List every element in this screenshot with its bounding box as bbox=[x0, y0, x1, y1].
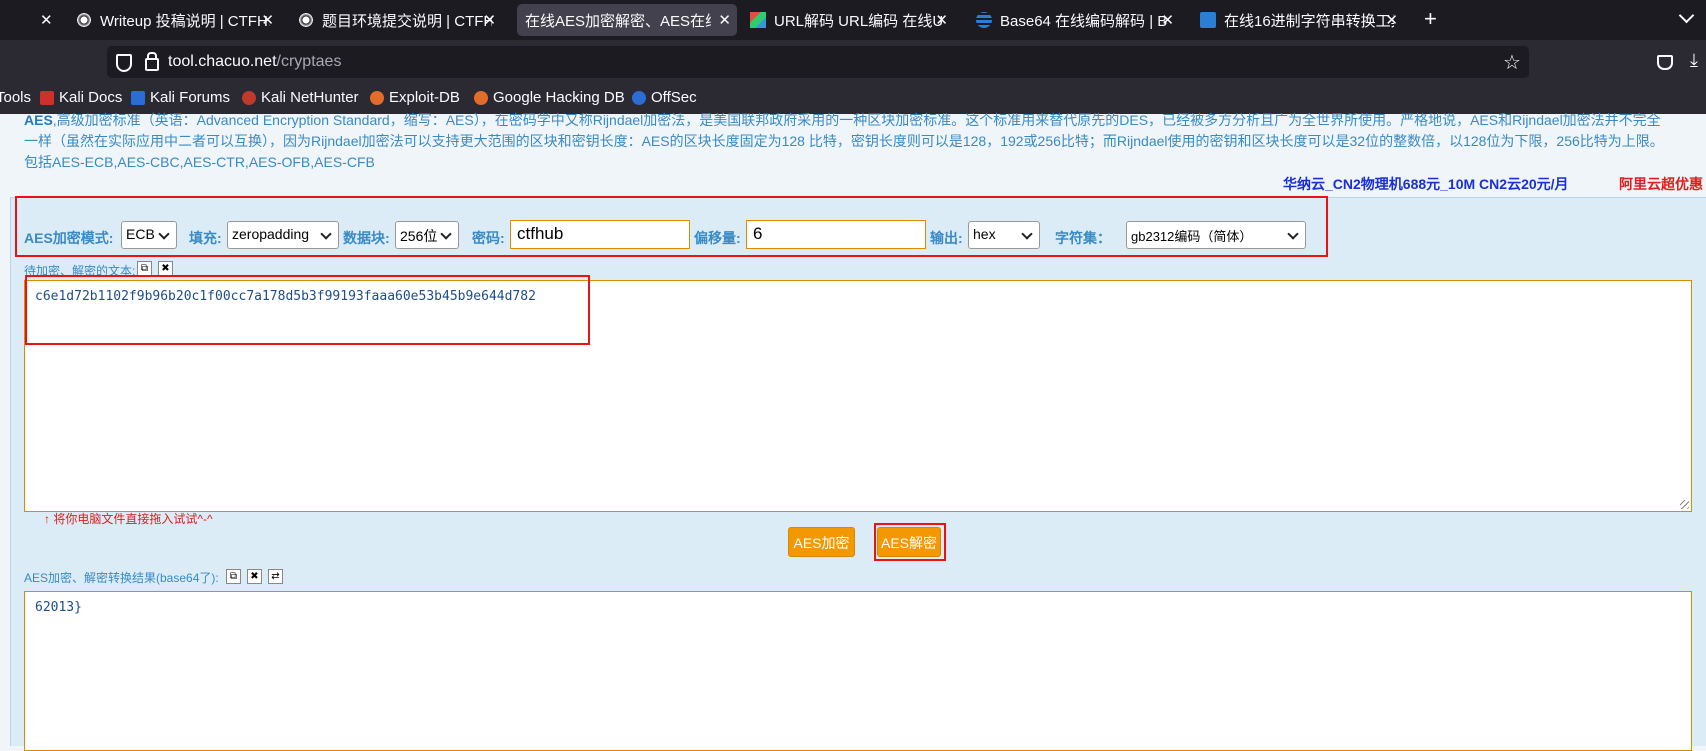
result-textarea[interactable]: 62013} bbox=[24, 591, 1692, 751]
tab-label: 在线AES加密解密、AES在线… bbox=[525, 12, 711, 30]
bookmark-kali-docs[interactable]: Kali Docs bbox=[40, 89, 122, 106]
annotation-box-input bbox=[25, 275, 590, 345]
close-icon[interactable]: ✕ bbox=[1385, 11, 1398, 29]
offsec-icon bbox=[632, 90, 646, 105]
bookmark-label: OffSec bbox=[651, 89, 697, 106]
aes-encrypt-button[interactable]: AES加密 bbox=[788, 527, 855, 557]
bookmark-label: Kali Forums bbox=[150, 89, 231, 106]
base64-icon bbox=[976, 12, 992, 28]
bookmark-tools[interactable]: Tools bbox=[0, 89, 31, 106]
bookmark-star-icon[interactable]: ☆ bbox=[1503, 50, 1521, 75]
annotation-box-decrypt bbox=[874, 523, 946, 561]
result-text: 62013} bbox=[35, 600, 82, 615]
desc-line-1: ,高级加密标准（英语：Advanced Encryption Standard，… bbox=[52, 112, 1661, 128]
annotation-box-settings bbox=[15, 196, 1328, 257]
bookmark-offsec[interactable]: OffSec bbox=[632, 89, 697, 106]
tab-url[interactable]: URL解码 URL编码 在线URL… ✕ bbox=[742, 4, 954, 36]
kali-docs-icon bbox=[40, 90, 54, 105]
bookmark-kali-forums[interactable]: Kali Forums bbox=[131, 89, 230, 106]
close-icon[interactable]: ✕ bbox=[718, 11, 731, 29]
close-icon[interactable]: ✕ bbox=[40, 11, 60, 29]
download-icon[interactable]: ⤓ bbox=[1690, 50, 1698, 71]
tab-label: Writeup 投稿说明 | CTFH… bbox=[100, 12, 270, 30]
url-text[interactable]: tool.chacuo.net/cryptaes bbox=[168, 53, 341, 71]
tab-writeup[interactable]: Writeup 投稿说明 | CTFH… ✕ bbox=[68, 4, 280, 36]
tab-bar: ✕ Writeup 投稿说明 | CTFH… ✕ 题目环境提交说明 | CTFH… bbox=[0, 0, 1706, 40]
tab-label: Base64 在线编码解码 | Ba… bbox=[1000, 12, 1168, 30]
aes-description: AES,高级加密标准（英语：Advanced Encryption Standa… bbox=[24, 110, 1704, 176]
tab-aes[interactable]: 在线AES加密解密、AES在线… ✕ bbox=[517, 4, 737, 36]
bookmark-label: Kali Docs bbox=[59, 89, 123, 106]
shield-icon[interactable] bbox=[116, 54, 132, 72]
bookmark-ghdb[interactable]: Google Hacking DB bbox=[474, 89, 625, 106]
bookmark-kali-nethunter[interactable]: Kali NetHunter bbox=[242, 89, 359, 106]
bookmark-label: Kali NetHunter bbox=[261, 89, 359, 106]
copy-icon[interactable]: ⧉ bbox=[137, 261, 152, 276]
bookmark-exploit-db[interactable]: Exploit-DB bbox=[370, 89, 460, 106]
tab-env[interactable]: 题目环境提交说明 | CTFH… ✕ bbox=[290, 4, 502, 36]
bookmark-label: Exploit-DB bbox=[389, 89, 460, 106]
lock-shackle bbox=[147, 52, 157, 60]
promo-link-aliyun[interactable]: 阿里云超优惠 bbox=[1619, 174, 1703, 194]
bookmark-label: Google Hacking DB bbox=[493, 89, 625, 106]
tab-label: 题目环境提交说明 | CTFH… bbox=[322, 12, 492, 30]
tab-label: 在线16进制字符串转换工具… bbox=[1224, 12, 1394, 30]
desc-title: AES bbox=[24, 112, 53, 128]
exploitdb-icon bbox=[370, 90, 384, 105]
close-icon[interactable]: ✕ bbox=[1161, 11, 1174, 29]
tool-icon bbox=[1200, 12, 1216, 28]
close-icon[interactable]: ✕ bbox=[935, 11, 948, 29]
swap-icon[interactable]: ⇄ bbox=[268, 569, 283, 584]
clear-icon[interactable]: ✖ bbox=[158, 261, 173, 276]
close-icon[interactable]: ✕ bbox=[261, 11, 274, 29]
tab-base64[interactable]: Base64 在线编码解码 | Ba… ✕ bbox=[968, 4, 1180, 36]
url-host: tool.chacuo.net bbox=[168, 53, 277, 70]
ctfhub-icon bbox=[76, 12, 92, 28]
close-icon[interactable]: ✕ bbox=[483, 11, 496, 29]
tab-hex[interactable]: 在线16进制字符串转换工具… ✕ bbox=[1192, 4, 1404, 36]
tab-label: URL解码 URL编码 在线URL… bbox=[774, 12, 942, 30]
nethunter-icon bbox=[242, 90, 256, 105]
desc-line-2: 一样（虽然在实际应用中二者可以互换），因为Rijndael加密法可以支持更大范围… bbox=[24, 133, 1664, 149]
ctfhub-icon bbox=[298, 12, 314, 28]
desc-line-3: 包括AES-ECB,AES-CBC,AES-CTR,AES-OFB,AES-CF… bbox=[24, 154, 375, 170]
tab-list-chevron-icon[interactable] bbox=[1678, 7, 1695, 24]
result-label: AES加密、解密转换结果(base64了): bbox=[24, 571, 219, 585]
tab-close-leftover[interactable]: ✕ bbox=[26, 4, 66, 36]
drag-hint: ↑ 将你电脑文件直接拖入试试^-^ bbox=[44, 512, 213, 526]
resize-handle-icon[interactable] bbox=[1680, 500, 1689, 509]
ghdb-icon bbox=[474, 90, 488, 105]
url-path: /cryptaes bbox=[276, 53, 342, 70]
url-tool-icon bbox=[750, 12, 766, 28]
clear-icon[interactable]: ✖ bbox=[247, 569, 262, 584]
copy-icon[interactable]: ⧉ bbox=[226, 569, 241, 584]
promo-link-huanayun[interactable]: 华纳云_CN2物理机688元_10M CN2云20元/月 bbox=[1283, 174, 1569, 194]
kali-forums-icon bbox=[131, 90, 145, 105]
new-tab-button[interactable]: + bbox=[1424, 6, 1437, 32]
pocket-icon[interactable] bbox=[1657, 55, 1673, 70]
